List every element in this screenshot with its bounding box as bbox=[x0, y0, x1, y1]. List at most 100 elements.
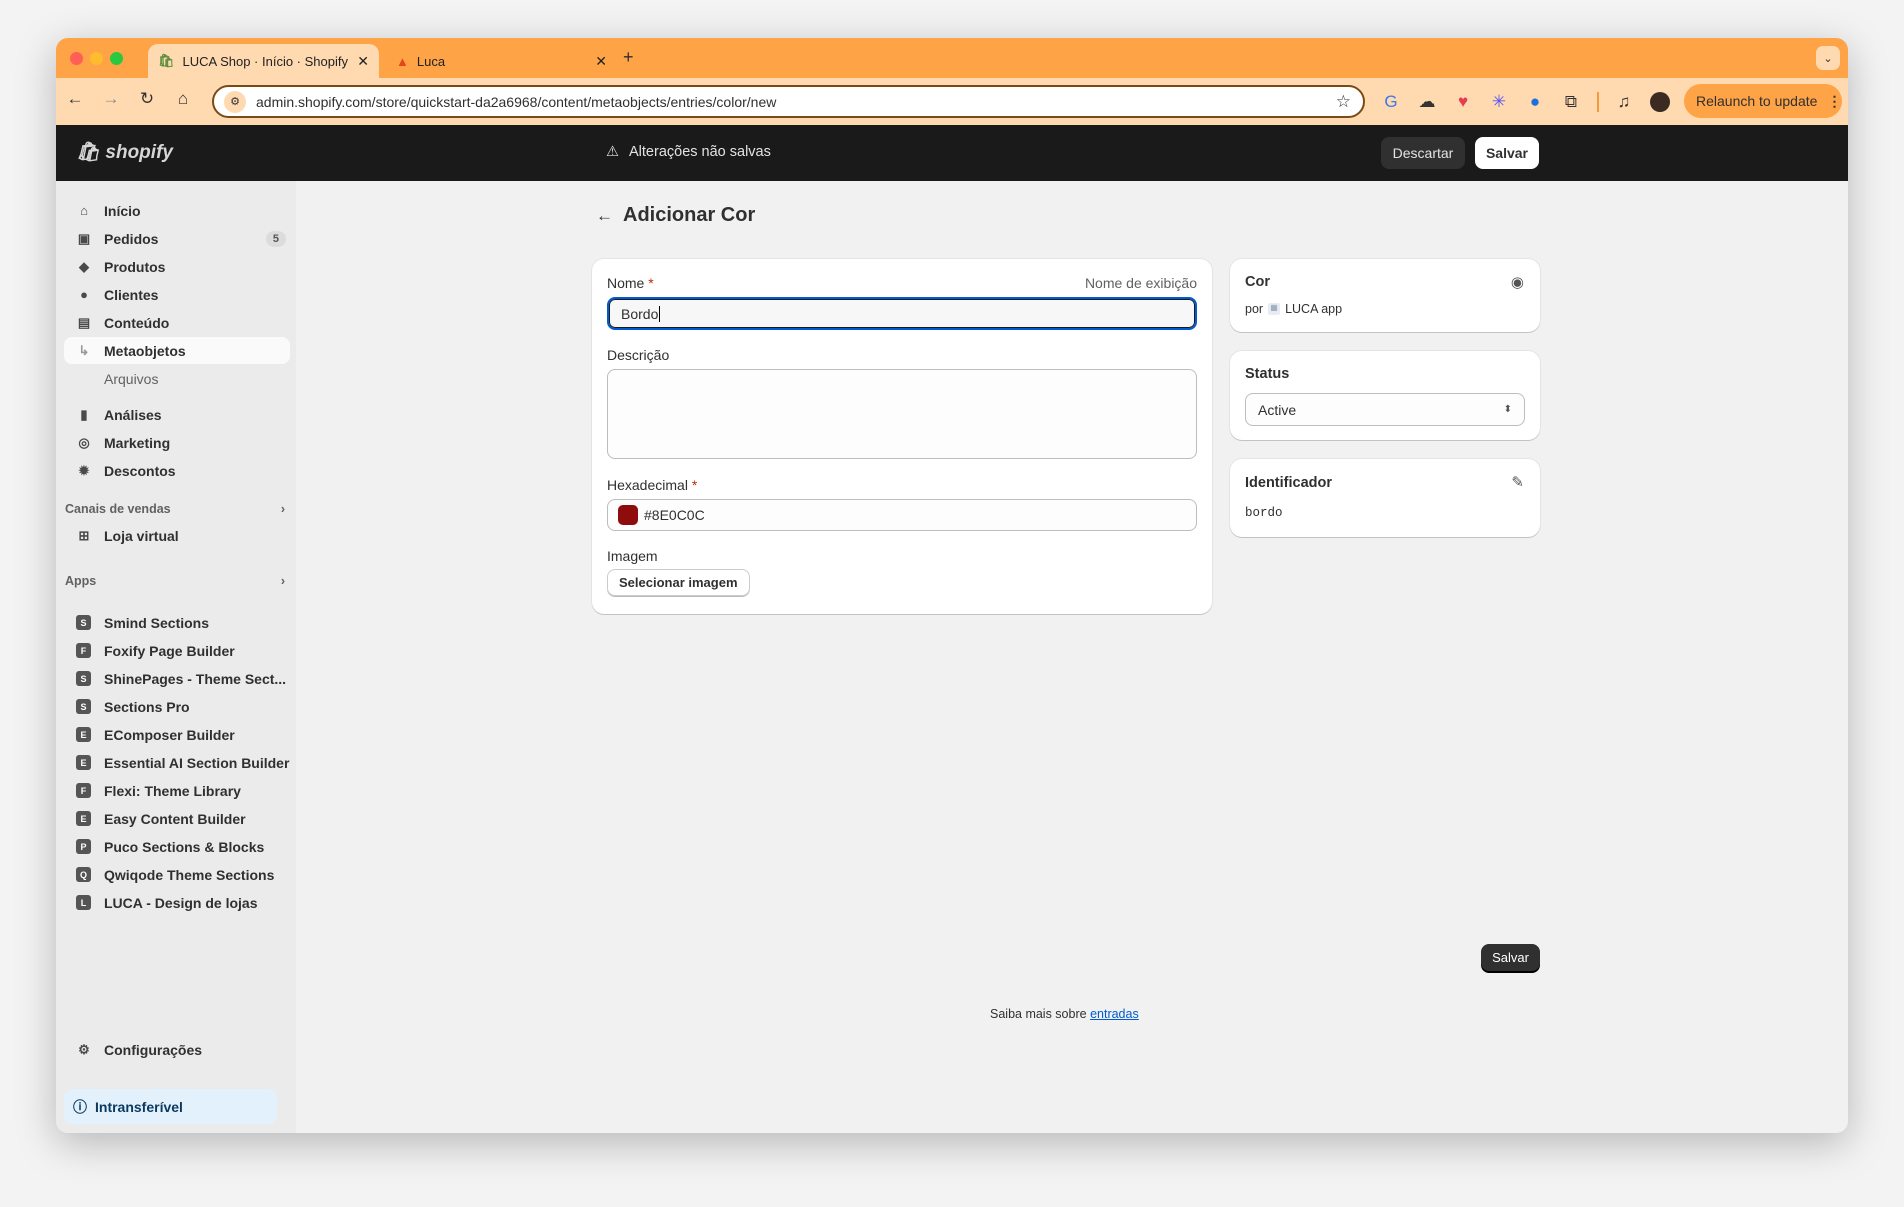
media-icon[interactable]: ♫ bbox=[1614, 92, 1634, 112]
hex-label: Hexadecimal * bbox=[607, 477, 698, 493]
home-icon[interactable]: ⌂ bbox=[173, 89, 193, 109]
site-settings-icon[interactable]: ⚙ bbox=[224, 90, 246, 113]
sidebar-item-configuracoes[interactable]: ⚙ Configurações bbox=[64, 1036, 290, 1063]
shopify-logo[interactable]: 🛍 shopify bbox=[76, 140, 173, 164]
forward-icon[interactable]: → bbox=[101, 89, 121, 109]
new-tab-button[interactable]: + bbox=[623, 47, 634, 68]
more-vert-icon: ⋮ bbox=[1827, 92, 1842, 109]
image-icon: ▤ bbox=[77, 314, 91, 330]
app-icon: ▦ bbox=[1268, 303, 1281, 315]
sales-channels-header[interactable]: Canais de vendas › bbox=[65, 502, 285, 516]
description-textarea[interactable] bbox=[607, 369, 1197, 459]
firefox-icon[interactable]: ● bbox=[1525, 92, 1545, 112]
sidebar-app-item[interactable]: E EComposer Builder bbox=[64, 721, 290, 748]
cloud-icon[interactable]: ☁ bbox=[1417, 92, 1437, 112]
sidebar-item-loja-virtual[interactable]: ⊞ Loja virtual bbox=[64, 522, 290, 549]
eye-icon[interactable]: ◉ bbox=[1511, 273, 1524, 291]
inbox-icon: ▣ bbox=[77, 230, 91, 246]
sidebar-item-analises[interactable]: ▮ Análises bbox=[64, 401, 290, 428]
app-icon: E bbox=[76, 755, 91, 770]
save-bottom-button[interactable]: Salvar bbox=[1481, 944, 1540, 971]
sidebar-app-item[interactable]: F Flexi: Theme Library bbox=[64, 777, 290, 804]
non-transferable-notice[interactable]: ⓘ Intransferível bbox=[64, 1089, 277, 1124]
tab-search-button[interactable]: ⌄ bbox=[1816, 46, 1840, 70]
sidebar-item-conteudo[interactable]: ▤ Conteúdo bbox=[64, 309, 290, 336]
status-select[interactable]: Active ⬍ bbox=[1245, 393, 1525, 426]
entries-link[interactable]: entradas bbox=[1090, 1007, 1139, 1021]
pocket-icon[interactable]: ♥ bbox=[1453, 92, 1473, 112]
gear-icon: ⚙ bbox=[78, 1041, 90, 1057]
sidebar-item-inicio[interactable]: ⌂ Início bbox=[64, 197, 290, 224]
tab-luca[interactable]: ▲ Luca ✕ bbox=[386, 44, 617, 78]
sidebar-app-item[interactable]: L LUCA - Design de lojas bbox=[64, 889, 290, 916]
apps-header[interactable]: Apps › bbox=[65, 574, 285, 588]
select-chevron-icon: ⬍ bbox=[1503, 404, 1512, 415]
close-tab-icon[interactable]: ✕ bbox=[357, 53, 369, 70]
save-button[interactable]: Salvar bbox=[1475, 137, 1539, 169]
maximize-window-button[interactable] bbox=[110, 52, 123, 65]
minimize-window-button[interactable] bbox=[90, 52, 103, 65]
discard-button[interactable]: Descartar bbox=[1381, 137, 1465, 169]
sidebar-item-marketing[interactable]: ◎ Marketing bbox=[64, 429, 290, 456]
definition-card: Cor ◉ por ▦ LUCA app bbox=[1230, 259, 1540, 332]
page-title: Adicionar Cor bbox=[623, 204, 756, 226]
sidebar-app-item[interactable]: Q Qwiqode Theme Sections bbox=[64, 861, 290, 888]
handle-card: Identificador ✎ bordo bbox=[1230, 459, 1540, 537]
shopping-bag-icon: 🛍 bbox=[76, 142, 101, 163]
sidebar-item-clientes[interactable]: ● Clientes bbox=[64, 281, 290, 308]
display-name-hint: Nome de exibição bbox=[1084, 275, 1197, 291]
sidebar-item-pedidos[interactable]: ▣ Pedidos 5 bbox=[64, 225, 290, 252]
back-arrow-icon[interactable]: ← bbox=[596, 206, 613, 226]
handle-title: Identificador bbox=[1245, 475, 1333, 491]
entry-fields-card: Nome * Nome de exibição Bordo Descrição … bbox=[592, 259, 1212, 614]
sidebar-app-item[interactable]: S ShinePages - Theme Sect... bbox=[64, 665, 290, 692]
sidebar-app-item[interactable]: P Puco Sections & Blocks bbox=[64, 833, 290, 860]
app-icon: L bbox=[76, 895, 91, 910]
bookmark-star-icon[interactable]: ☆ bbox=[1336, 92, 1351, 112]
reload-icon[interactable]: ↻ bbox=[137, 89, 157, 109]
sidebar-item-arquivos[interactable]: Arquivos bbox=[64, 365, 290, 392]
home-icon: ⌂ bbox=[80, 203, 88, 218]
sidebar-app-item[interactable]: S Sections Pro bbox=[64, 693, 290, 720]
back-icon[interactable]: ← bbox=[65, 89, 85, 109]
close-window-button[interactable] bbox=[70, 52, 83, 65]
relaunch-button[interactable]: Relaunch to update ⋮ bbox=[1684, 84, 1842, 118]
sidebar-item-produtos[interactable]: ◆ Produtos bbox=[64, 253, 290, 280]
avatar[interactable] bbox=[1650, 92, 1670, 112]
status-title: Status bbox=[1245, 366, 1290, 382]
tab-luca-shop[interactable]: 🛍 LUCA Shop · Início · Shopify ✕ bbox=[148, 44, 379, 78]
pencil-icon[interactable]: ✎ bbox=[1511, 473, 1524, 491]
app-icon: F bbox=[76, 643, 91, 658]
definition-title: Cor bbox=[1245, 274, 1270, 290]
sidebar-item-metaobjetos[interactable]: ↳ Metaobjetos bbox=[64, 337, 290, 364]
sidebar-app-item[interactable]: E Easy Content Builder bbox=[64, 805, 290, 832]
text-cursor bbox=[659, 305, 661, 322]
sidebar-app-item[interactable]: F Foxify Page Builder bbox=[64, 637, 290, 664]
sidebar-item-descontos[interactable]: ✹ Descontos bbox=[64, 457, 290, 484]
app-icon: F bbox=[76, 783, 91, 798]
discount-icon: ✹ bbox=[78, 462, 90, 478]
app-icon: S bbox=[76, 615, 91, 630]
tab-bar: 🛍 LUCA Shop · Início · Shopify ✕ ▲ Luca … bbox=[56, 38, 1848, 78]
chevron-right-icon: › bbox=[280, 502, 285, 516]
sub-item-arrow-icon: ↳ bbox=[78, 342, 90, 358]
sidebar-app-item[interactable]: E Essential AI Section Builder bbox=[64, 749, 290, 776]
image-label: Imagem bbox=[607, 548, 658, 564]
hex-input[interactable]: #8E0C0C bbox=[607, 499, 1197, 531]
target-icon: ◎ bbox=[78, 434, 90, 450]
toolbar-divider bbox=[1597, 92, 1599, 112]
close-tab-icon[interactable]: ✕ bbox=[595, 53, 607, 70]
address-bar[interactable]: ⚙ admin.shopify.com/store/quickstart-da2… bbox=[212, 85, 1365, 118]
shopify-favicon-icon: 🛍 bbox=[158, 53, 175, 68]
name-input[interactable]: Bordo bbox=[607, 297, 1197, 330]
sidebar-app-item[interactable]: S Smind Sections bbox=[64, 609, 290, 636]
app-icon: Q bbox=[76, 867, 91, 882]
select-image-button[interactable]: Selecionar imagem bbox=[607, 569, 750, 596]
google-translate-icon[interactable]: G bbox=[1381, 92, 1401, 112]
puzzle-icon[interactable]: ⧉ bbox=[1561, 92, 1581, 112]
description-label: Descrição bbox=[607, 347, 670, 363]
chevron-right-icon: › bbox=[280, 574, 285, 588]
color-swatch[interactable] bbox=[618, 505, 638, 525]
snowflake-icon[interactable]: ✳ bbox=[1489, 92, 1509, 112]
sidebar: ⌂ Início ▣ Pedidos 5 ◆ Produtos ● Clientes ▤ C… bbox=[56, 181, 296, 1133]
